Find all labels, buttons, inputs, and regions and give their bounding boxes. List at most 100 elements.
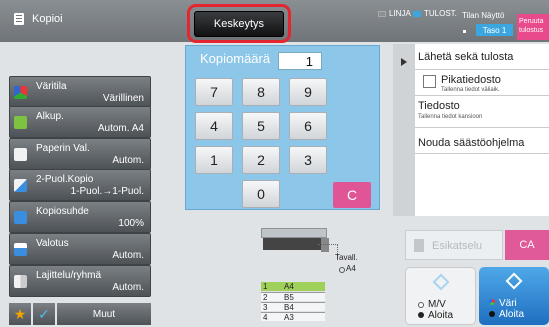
- file-item[interactable]: Tiedosto Tallenna tiedot kansioon: [415, 96, 549, 128]
- key-5[interactable]: 5: [242, 112, 280, 140]
- stop-button[interactable]: Keskeytys: [194, 11, 284, 37]
- bw-start-label-2: Aloita: [428, 310, 454, 321]
- star-icon[interactable]: ★: [9, 303, 31, 325]
- paper-type-size: A4: [346, 264, 356, 273]
- copy-mode-icon: [14, 13, 24, 25]
- original-icon: [14, 116, 27, 129]
- tray-row[interactable]: 4 A3: [261, 312, 325, 322]
- tray-size: A3: [284, 313, 294, 322]
- preview-label: Esikatselu: [432, 240, 483, 252]
- clear-all-button[interactable]: CA: [505, 230, 549, 260]
- send-and-print-item[interactable]: Lähetä sekä tulosta: [415, 44, 549, 70]
- exposure-title: Valotus: [36, 238, 69, 249]
- key-1[interactable]: 1: [195, 146, 233, 174]
- printer-output-icon: [263, 238, 323, 250]
- paper-type-label: Tavall.: [335, 253, 358, 262]
- duplex-icon: [14, 179, 27, 192]
- sort-value: Autom.: [112, 282, 144, 293]
- original-title: Alkup.: [36, 111, 64, 122]
- send-and-print-label: Lähetä sekä tulosta: [418, 51, 514, 63]
- eco-program-item[interactable]: Nouda säästöohjelma: [415, 128, 549, 154]
- status-tulost: TULOST.: [413, 9, 457, 18]
- exposure-button[interactable]: Valotus Autom.: [9, 233, 151, 265]
- sort-group-button[interactable]: Lajittelu/ryhmä Autom.: [9, 265, 151, 297]
- key-7[interactable]: 7: [195, 78, 233, 106]
- paper-icon: [14, 148, 27, 161]
- bw-radio-icon: [418, 302, 424, 308]
- level-button[interactable]: Taso 1: [476, 24, 513, 36]
- mode-indicator: Kopioi: [14, 13, 63, 25]
- sort-title: Lajittelu/ryhmä: [36, 270, 102, 281]
- tray-size: A4: [284, 282, 294, 291]
- color-mode-value: Värillinen: [102, 93, 144, 104]
- key-8[interactable]: 8: [242, 78, 280, 106]
- preview-button[interactable]: Esikatselu: [405, 230, 503, 260]
- checkmark-icon[interactable]: ✓: [33, 303, 55, 325]
- quick-file-checkbox[interactable]: [423, 75, 436, 88]
- linja-indicator-icon: [378, 10, 386, 17]
- status-tulost-label: TULOST.: [424, 9, 457, 18]
- tray-size: B4: [284, 303, 294, 312]
- duplex-copy-button[interactable]: 2-Puol.Kopio 1-Puol.→1-Puol.: [9, 169, 151, 201]
- color-start-label-2: Aloita: [499, 309, 525, 320]
- file-label: Tiedosto: [418, 100, 460, 112]
- tray-row[interactable]: 2 B5: [261, 292, 325, 302]
- key-9[interactable]: 9: [289, 78, 327, 106]
- file-sub: Tallenna tiedot kansioon: [418, 114, 483, 120]
- clear-button[interactable]: C: [333, 182, 371, 208]
- color-radio-icon: [489, 299, 495, 305]
- key-4[interactable]: 4: [195, 112, 233, 140]
- duplex-value: 1-Puol.→1-Puol.: [70, 186, 144, 197]
- copy-ratio-button[interactable]: Kopiosuhde 100%: [9, 201, 151, 233]
- quick-file-label: Pikatiedosto: [441, 74, 501, 86]
- tulost-indicator-icon: [413, 10, 421, 17]
- start-diamond-icon: [505, 272, 523, 290]
- status-linja-label: LINJA: [389, 9, 411, 18]
- paper-select-button[interactable]: Paperin Val. Autom.: [9, 138, 151, 170]
- paper-value: Autom.: [112, 155, 144, 166]
- more-button[interactable]: Muut: [57, 303, 151, 325]
- key-6[interactable]: 6: [289, 112, 327, 140]
- tray-row[interactable]: 1 A4: [261, 282, 325, 291]
- panel-collapse-button[interactable]: [393, 44, 415, 216]
- exposure-value: Autom.: [112, 250, 144, 261]
- key-3[interactable]: 3: [289, 146, 327, 174]
- color-mode-icon: [14, 86, 27, 99]
- color-start-button[interactable]: Väri Aloita: [479, 267, 549, 325]
- copy-count-label: Kopiomäärä: [200, 51, 271, 66]
- bw-start-label-1: M/V: [428, 299, 446, 310]
- level-dot-icon: [463, 30, 466, 33]
- duplex-title: 2-Puol.Kopio: [36, 174, 94, 185]
- tray-size: B5: [284, 293, 294, 302]
- eco-program-label: Nouda säästöohjelma: [418, 137, 525, 149]
- mode-label: Kopioi: [32, 13, 63, 25]
- key-0[interactable]: 0: [242, 180, 280, 208]
- key-2[interactable]: 2: [242, 146, 280, 174]
- status-display-label[interactable]: Tilan Näyttö: [462, 11, 504, 20]
- quick-file-sub: Tallenna tiedot väliaik.: [441, 87, 500, 93]
- color-dot-icon: [489, 311, 495, 317]
- color-start-label-1: Väri: [499, 298, 517, 309]
- copy-count-value[interactable]: 1: [278, 52, 322, 70]
- tray-number: 1: [263, 282, 268, 291]
- tray-number: 2: [263, 293, 268, 302]
- sort-icon: [14, 275, 27, 288]
- tray-number: 4: [263, 313, 268, 322]
- quick-file-item[interactable]: Pikatiedosto Tallenna tiedot väliaik.: [415, 70, 549, 96]
- ratio-title: Kopiosuhde: [36, 206, 89, 217]
- bottom-left-bar: ★ ✓ Muut: [9, 303, 151, 327]
- original-button[interactable]: Alkup. Autom. A4: [9, 106, 151, 138]
- bypass-tray-icon: [339, 267, 345, 273]
- cancel-print-button[interactable]: Peruuta tulostus: [517, 14, 549, 40]
- original-value: Autom. A4: [97, 123, 144, 134]
- preview-icon: [414, 239, 424, 252]
- color-mode-button[interactable]: Väritila Värillinen: [9, 76, 151, 108]
- bw-start-button[interactable]: M/V Aloita: [405, 267, 476, 325]
- color-mode-title: Väritila: [36, 81, 67, 92]
- ratio-icon: [14, 211, 27, 224]
- bw-dot-icon: [418, 312, 424, 318]
- status-linja: LINJA: [378, 9, 411, 18]
- start-diamond-icon: [432, 273, 450, 291]
- tray-row[interactable]: 3 B4: [261, 302, 325, 312]
- action-list: Lähetä sekä tulosta Pikatiedosto Tallenn…: [415, 44, 549, 216]
